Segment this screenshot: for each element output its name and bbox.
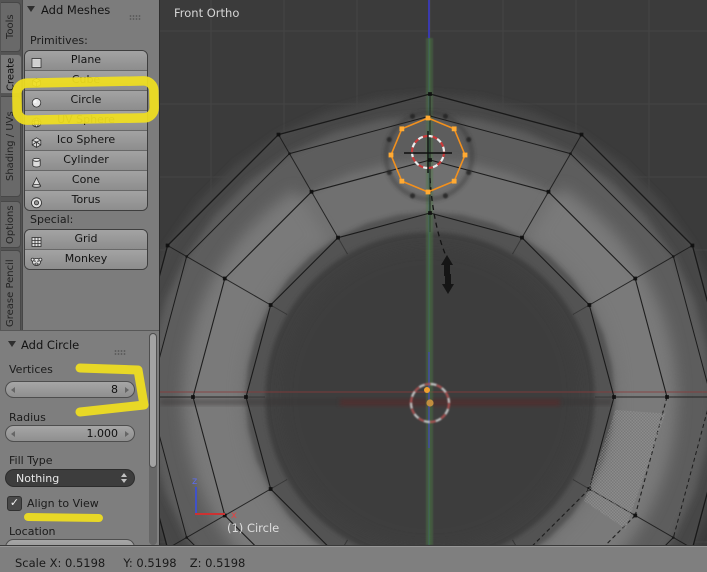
toolshelf-tab-strip: Tools Create Shading / UVs Options Grease Pe… [0,0,23,338]
align-to-view-checkbox[interactable]: ✓ [7,496,22,511]
view-name-label: Front Ortho [174,6,239,20]
special-label: Special: [30,213,74,226]
add-meshes-panel-header[interactable]: Add Meshes [0,2,160,20]
button-label: Cylinder [63,153,109,166]
collapse-triangle-icon [27,6,35,12]
panel-scrollbar-thumb[interactable] [149,333,157,468]
tab-grease-pencil[interactable]: Grease Pencil [1,250,21,337]
add-circle-panel: Add Circle Vertices 8 Radius 1.000 Fill Type… [0,330,160,546]
slider-value: 8 [111,383,118,396]
panel-drag-dots-icon[interactable] [129,6,141,25]
scale-y-readout: Y: 0.5198 [123,556,177,570]
dropdown-up-arrow-icon [121,473,127,477]
button-label: Cone [71,173,101,186]
button-label: Grid [74,232,98,245]
special-buttons: Grid Monkey [24,229,148,270]
location-label: Location [9,525,56,538]
button-label: Circle [70,93,102,106]
button-label: Plane [70,53,102,66]
align-to-view-label: Align to View [27,497,99,510]
status-bar: Scale X: 0.5198 Y: 0.5198 Z: 0.5198 [0,545,707,572]
grid-button[interactable]: Grid [25,230,147,249]
plane-button[interactable]: Plane [25,51,147,70]
slider-right-arrow-icon[interactable] [125,431,129,437]
vertices-slider[interactable]: 8 [5,381,135,398]
slider-right-arrow-icon[interactable] [125,387,129,393]
dropdown-value: Nothing [16,471,60,485]
add-circle-panel-header[interactable]: Add Circle [0,337,160,355]
panel-title: Add Meshes [41,3,111,17]
radius-slider[interactable]: 1.000 [5,425,135,442]
slider-left-arrow-icon[interactable] [11,387,15,393]
fill-type-dropdown[interactable]: Nothing [5,469,135,487]
3d-viewport[interactable]: Front Ortho (1) Circle z x [160,0,707,545]
monkey-button[interactable]: Monkey [25,249,147,269]
blender-window: Tools Create Shading / UVs Options Grease Pe… [0,0,707,572]
button-label: Ico Sphere [56,133,116,146]
scale-x-readout: Scale X: 0.5198 [15,556,106,570]
radius-label: Radius [9,411,46,424]
vertices-label: Vertices [9,363,53,376]
cylinder-button[interactable]: Cylinder [25,150,147,170]
collapse-triangle-icon [8,341,16,347]
tab-create[interactable]: Create [1,54,22,94]
panel-drag-dots-icon[interactable] [114,341,126,360]
button-label: Monkey [64,252,108,265]
mini-axis-x-label: x [231,510,237,521]
button-label: UV Sphere [57,113,115,126]
mini-axis-z-label: z [192,476,197,487]
cube-button[interactable]: Cube [25,70,147,90]
primitives-label: Primitives: [30,34,88,47]
cone-button[interactable]: Cone [25,170,147,190]
primitive-buttons: Plane Cube Circle UV Sphere Ico Sphere Cylind… [24,50,148,211]
slider-left-arrow-icon[interactable] [11,431,15,437]
button-label: Torus [71,193,101,206]
torus-button[interactable]: Torus [25,190,147,210]
slider-value: 1.000 [86,427,119,440]
tab-options[interactable]: Options [1,201,21,248]
dropdown-down-arrow-icon [121,479,127,483]
ico-sphere-button[interactable]: Ico Sphere [25,130,147,150]
tab-shading-uvs[interactable]: Shading / UVs [1,96,21,197]
uv-sphere-button[interactable]: UV Sphere [25,110,147,130]
button-label: Cube [71,73,101,86]
object-info-label: (1) Circle [227,521,279,535]
panel-title: Add Circle [21,338,80,352]
tool-shelf: Tools Create Shading / UVs Options Grease Pe… [0,0,160,546]
scale-z-readout: Z: 0.5198 [189,556,246,570]
fill-type-label: Fill Type [9,454,53,467]
circle-button[interactable]: Circle [25,90,147,110]
